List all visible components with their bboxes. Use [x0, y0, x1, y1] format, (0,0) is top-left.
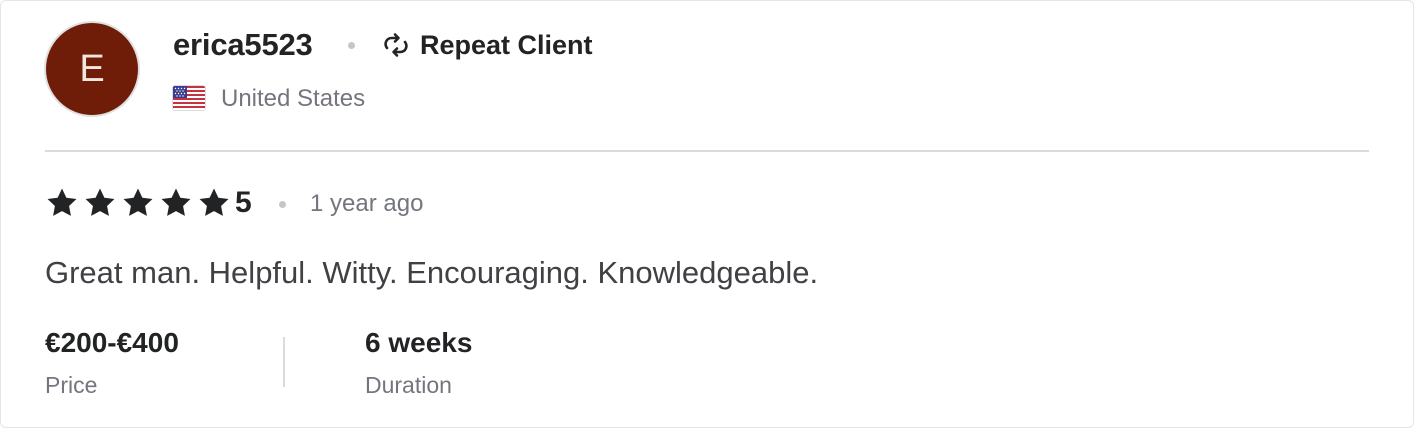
avatar[interactable]: E: [46, 23, 138, 115]
country-name: United States: [221, 85, 366, 112]
review-time: 1 year ago: [310, 190, 424, 217]
avatar-initial: E: [79, 47, 105, 90]
separator-dot: [279, 201, 286, 208]
price-label: Price: [45, 372, 98, 398]
repeat-icon: [384, 33, 408, 57]
star-rating: [45, 186, 231, 220]
review-text: Great man. Helpful. Witty. Encouraging. …: [45, 255, 819, 290]
duration-label: Duration: [365, 372, 452, 398]
star-icon: [85, 188, 115, 216]
username[interactable]: erica5523: [173, 25, 313, 65]
star-icon: [47, 188, 77, 216]
repeat-client-badge: Repeat Client: [379, 27, 593, 63]
meta-divider: [283, 337, 285, 387]
star-icon: [161, 188, 191, 216]
star-icon: [199, 188, 229, 216]
repeat-client-label: Repeat Client: [420, 29, 593, 60]
star-icon: [123, 188, 153, 216]
separator-dot: [348, 42, 355, 49]
review-card: E erica5523 Repeat Client United States: [0, 0, 1414, 428]
us-flag-icon: [173, 86, 205, 110]
price-value: €200-€400: [45, 327, 179, 358]
rating-value: 5: [235, 186, 252, 219]
divider: [45, 150, 1369, 152]
duration-value: 6 weeks: [365, 327, 473, 358]
